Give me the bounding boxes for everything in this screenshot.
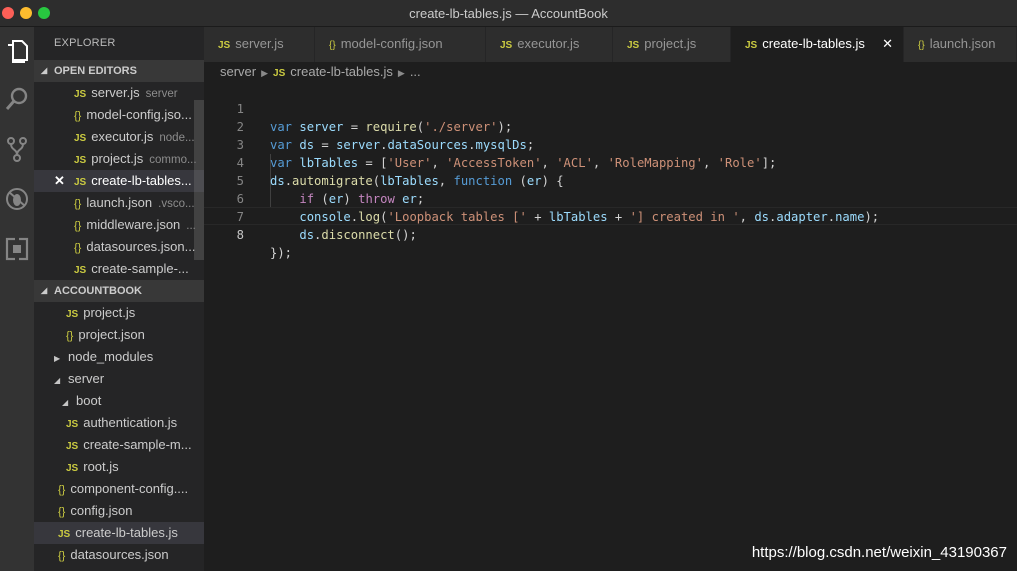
- tab-server-js[interactable]: JS server.js: [204, 27, 315, 62]
- tree-file-selected[interactable]: JS create-lb-tables.js: [34, 522, 204, 544]
- tree-file[interactable]: {} project.json: [34, 324, 204, 346]
- project-header[interactable]: ◢ ACCOUNTBOOK: [34, 280, 204, 302]
- activity-bar: [0, 27, 34, 571]
- tree-file[interactable]: JS project.js: [34, 302, 204, 324]
- tree-file[interactable]: {} config.json: [34, 500, 204, 522]
- open-editor-item[interactable]: {} model-config.jso...: [34, 104, 204, 126]
- tab-bar: JS server.js {} model-config.json JS execut…: [204, 27, 1017, 62]
- search-icon[interactable]: [0, 79, 34, 119]
- code-line[interactable]: 4 ds.automigrate(lbTables, function (er)…: [204, 136, 1017, 188]
- tree-folder[interactable]: ◢ boot: [34, 390, 204, 412]
- open-editor-item-active[interactable]: ✕ JS create-lb-tables...: [34, 170, 204, 192]
- js-file-icon: JS: [74, 177, 87, 188]
- title-bar: create-lb-tables.js — AccountBook: [0, 0, 1017, 27]
- breadcrumb-more[interactable]: ...: [410, 64, 421, 79]
- js-file-icon: JS: [273, 68, 286, 79]
- open-editor-item[interactable]: {} launch.json .vsco...: [34, 192, 204, 214]
- code-line-current[interactable]: 8 });: [204, 207, 1017, 260]
- js-file-icon: JS: [58, 529, 71, 540]
- watermark: https://blog.csdn.net/weixin_43190367: [751, 544, 1007, 561]
- js-file-icon: JS: [500, 40, 513, 51]
- tree-file[interactable]: {} component-config....: [34, 478, 204, 500]
- js-file-icon: JS: [745, 40, 758, 51]
- json-file-icon: {}: [74, 242, 82, 254]
- chevron-right-icon: ▶: [397, 68, 405, 78]
- source-control-icon[interactable]: [0, 129, 34, 169]
- tab-create-lb-tables-js[interactable]: JS create-lb-tables.js ✕: [731, 27, 904, 62]
- chevron-down-icon: ◢: [54, 376, 61, 385]
- code-line[interactable]: 3 var lbTables = ['User', 'AccessToken',…: [204, 118, 1017, 170]
- json-file-icon: {}: [918, 40, 925, 51]
- js-file-icon: JS: [218, 40, 231, 51]
- chevron-down-icon: ◢: [41, 66, 48, 75]
- js-file-icon: JS: [74, 89, 87, 100]
- breadcrumb-folder[interactable]: server: [220, 64, 256, 79]
- chevron-down-icon: ◢: [62, 398, 69, 407]
- json-file-icon: {}: [74, 110, 82, 122]
- json-file-icon: {}: [74, 220, 82, 232]
- json-file-icon: {}: [66, 330, 74, 342]
- json-file-icon: {}: [58, 550, 66, 562]
- window-title: create-lb-tables.js — AccountBook: [409, 6, 608, 21]
- breadcrumb-file[interactable]: create-lb-tables.js: [290, 64, 393, 79]
- open-editor-item[interactable]: JS project.js commo...: [34, 148, 204, 170]
- extensions-icon[interactable]: [0, 229, 34, 269]
- open-editor-item[interactable]: JS server.js server: [34, 82, 204, 104]
- tab-project-js[interactable]: JS project.js: [613, 27, 731, 62]
- code-editor[interactable]: 1 var server = require('./server'); 2 va…: [204, 82, 1017, 571]
- sidebar-scrollbar[interactable]: [194, 100, 204, 260]
- files-icon[interactable]: [0, 31, 34, 71]
- code-line[interactable]: 2 var ds = server.dataSources.mysqlDs;: [204, 100, 1017, 152]
- js-file-icon: JS: [66, 463, 79, 474]
- line-code: });: [270, 246, 293, 260]
- tree-file[interactable]: JS create-sample-m...: [34, 434, 204, 456]
- open-editor-item[interactable]: JS executor.js node...: [34, 126, 204, 148]
- tree-file[interactable]: {} datasources.json: [34, 544, 204, 566]
- json-file-icon: {}: [329, 40, 336, 51]
- json-file-icon: {}: [74, 198, 82, 210]
- tree-file[interactable]: JS authentication.js: [34, 412, 204, 434]
- tab-model-config-json[interactable]: {} model-config.json: [315, 27, 486, 62]
- tab-executor-js[interactable]: JS executor.js: [486, 27, 613, 62]
- json-file-icon: {}: [58, 484, 66, 496]
- js-file-icon: JS: [74, 155, 87, 166]
- tree-file[interactable]: JS root.js: [34, 456, 204, 478]
- chevron-down-icon: ◢: [41, 286, 48, 295]
- js-file-icon: JS: [627, 40, 640, 51]
- explorer-sidebar: EXPLORER ◢ OPEN EDITORS JS server.js serve…: [34, 27, 204, 571]
- code-line[interactable]: 5 if (er) throw er;: [204, 154, 1017, 206]
- line-code: ds.disconnect();: [299, 228, 417, 242]
- js-file-icon: JS: [66, 309, 79, 320]
- chevron-right-icon: ▶: [54, 354, 61, 363]
- tree-folder[interactable]: ▶ node_modules: [34, 346, 204, 368]
- js-file-icon: JS: [74, 133, 87, 144]
- code-line[interactable]: 7 ds.disconnect();: [204, 190, 1017, 242]
- close-icon[interactable]: ✕: [882, 27, 893, 61]
- breadcrumb: server ▶ JS create-lb-tables.js ▶...: [204, 62, 1017, 82]
- open-editors-header[interactable]: ◢ OPEN EDITORS: [34, 60, 204, 82]
- explorer-title: EXPLORER: [54, 37, 116, 49]
- chevron-right-icon: ▶: [261, 68, 269, 78]
- open-editor-item[interactable]: {} datasources.json...: [34, 236, 204, 258]
- line-number: 8: [236, 228, 244, 242]
- tree-folder[interactable]: ◢ server: [34, 368, 204, 390]
- open-editor-item[interactable]: JS create-sample-...: [34, 258, 204, 280]
- open-editor-item[interactable]: {} middleware.json...: [34, 214, 204, 236]
- json-file-icon: {}: [58, 506, 66, 518]
- js-file-icon: JS: [66, 441, 79, 452]
- tab-launch-json[interactable]: {} launch.json: [904, 27, 1017, 62]
- code-line[interactable]: 1 var server = require('./server');: [204, 82, 1017, 134]
- debug-icon[interactable]: [0, 179, 34, 219]
- js-file-icon: JS: [66, 419, 79, 430]
- js-file-icon: JS: [74, 265, 87, 276]
- code-line[interactable]: 6 console.log('Loopback tables [' + lbTa…: [204, 172, 1017, 224]
- close-icon[interactable]: ✕: [54, 170, 65, 192]
